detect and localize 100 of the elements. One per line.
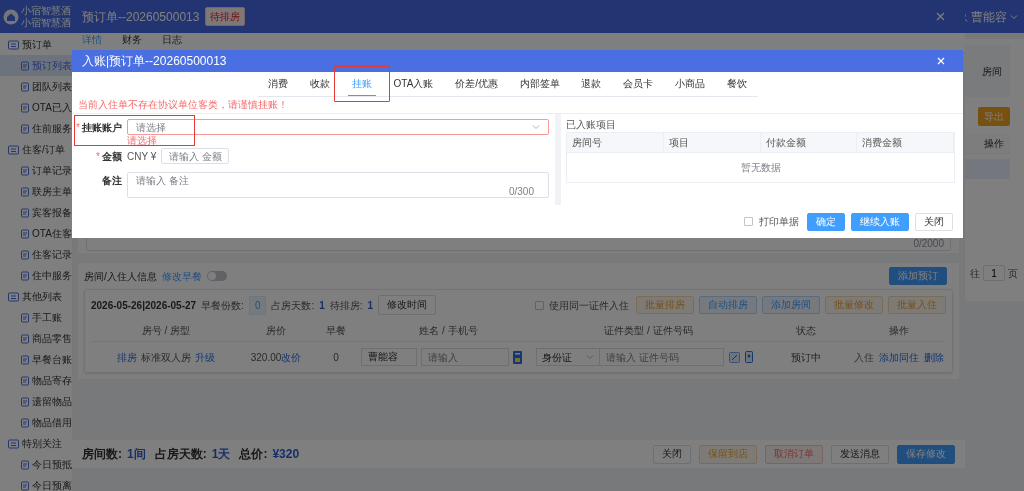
- document-icon: [20, 333, 30, 344]
- sidebar-item[interactable]: 手工账: [0, 307, 72, 328]
- device-icon[interactable]: [745, 351, 753, 363]
- button[interactable]: 发送消息: [831, 444, 889, 464]
- button[interactable]: 确定: [807, 212, 845, 231]
- count-value: 1: [319, 298, 325, 313]
- upgrade-link[interactable]: 升级: [195, 349, 215, 365]
- sidebar-item[interactable]: OTA已入: [0, 97, 72, 118]
- document-icon: [20, 354, 30, 365]
- warning-text: 当前入住单不存在协议单位客类，请谨慎挂账！: [77, 98, 289, 112]
- sidebar-item[interactable]: 今日预离: [0, 475, 72, 491]
- sidebar-item[interactable]: 物品寄存: [0, 370, 72, 391]
- logo-icon: [3, 8, 19, 25]
- list-icon: [8, 39, 19, 50]
- sidebar-item[interactable]: 住中服务: [0, 265, 72, 286]
- document-icon: [20, 186, 30, 197]
- column-header: 早餐: [325, 324, 347, 338]
- document-icon: [20, 207, 30, 218]
- sidebar-item[interactable]: 商品零售: [0, 328, 72, 349]
- toggle-switch[interactable]: [206, 271, 227, 281]
- summary-value: 1间: [127, 446, 146, 463]
- action-link[interactable]: 删除: [923, 349, 944, 365]
- change-price-link[interactable]: 改价: [281, 349, 302, 365]
- tab[interactable]: 价差/优惠: [451, 72, 502, 96]
- tab[interactable]: OTA入账: [389, 72, 438, 96]
- button[interactable]: 继续入账: [851, 212, 909, 231]
- sidebar-item[interactable]: 预订列表: [0, 55, 72, 76]
- id-card-icon[interactable]: [513, 350, 522, 364]
- note-field[interactable]: 请输入 备注 0/300: [127, 172, 549, 198]
- column-header: 操作: [984, 137, 1004, 151]
- breakfast-count: 0: [332, 350, 340, 365]
- checkbox-label: 打印单据: [759, 215, 799, 229]
- tab[interactable]: 退款: [577, 72, 606, 96]
- sidebar-item[interactable]: 今日预抵: [0, 454, 72, 475]
- sidebar-group[interactable]: 其他列表: [22, 289, 62, 304]
- tab[interactable]: 餐饮: [722, 72, 751, 96]
- error-text: 请选择: [127, 135, 158, 146]
- column-header: 状态: [795, 324, 817, 338]
- list-icon: [8, 144, 19, 155]
- id-type-select[interactable]: 身份证: [536, 348, 600, 366]
- assign-room-link[interactable]: 排房: [117, 349, 137, 365]
- count-value: 1: [367, 298, 374, 313]
- sidebar-group[interactable]: 住客/订单: [22, 142, 65, 157]
- action-link[interactable]: 入住: [853, 349, 874, 365]
- edit-icon[interactable]: [729, 351, 740, 363]
- room-type: 标准双人房: [141, 350, 191, 365]
- document-icon: [20, 102, 30, 113]
- close-icon[interactable]: [936, 12, 945, 21]
- tab[interactable]: 消费: [264, 72, 293, 96]
- chevron-down-icon[interactable]: [1010, 12, 1018, 21]
- room-price: 320.00: [250, 350, 282, 365]
- document-icon: [20, 249, 30, 260]
- tab[interactable]: 日志: [162, 32, 182, 52]
- action-link[interactable]: 添加同住: [878, 349, 919, 365]
- sidebar-item[interactable]: 宾客报备: [0, 202, 72, 223]
- document-icon: [20, 270, 30, 281]
- checkbox[interactable]: [744, 217, 753, 226]
- document-icon: [20, 81, 30, 92]
- sidebar-item[interactable]: OTA住客: [0, 223, 72, 244]
- field-label: 挂账账户: [82, 120, 122, 135]
- sidebar-group[interactable]: 特别关注: [22, 436, 62, 451]
- tab[interactable]: 会员卡: [619, 72, 658, 96]
- section-title: 房间/入住人信息: [84, 269, 157, 284]
- button[interactable]: 修改时间: [378, 295, 437, 315]
- page-input[interactable]: 1: [983, 265, 1005, 281]
- column-header: 项目: [663, 133, 761, 152]
- tab[interactable]: 挂账: [347, 72, 376, 96]
- sidebar-item[interactable]: 遗留物品: [0, 391, 72, 412]
- document-icon: [20, 480, 30, 491]
- sidebar-item[interactable]: 订单记录: [0, 160, 72, 181]
- modal-title: 入账|预订单--20260500013: [82, 53, 227, 70]
- tab[interactable]: 收款: [306, 72, 335, 96]
- sidebar-item[interactable]: 住客记录: [0, 244, 72, 265]
- amount-field[interactable]: 请输入 金额: [161, 148, 230, 164]
- document-icon: [20, 375, 30, 386]
- checkbox[interactable]: [535, 300, 544, 310]
- sidebar-item[interactable]: 团队列表: [0, 76, 72, 97]
- character-counter: 0/300: [508, 187, 534, 197]
- status-badge: 待排房: [205, 7, 246, 26]
- tab[interactable]: 内部签单: [515, 72, 564, 96]
- column-header: 消费金额: [857, 133, 954, 152]
- document-icon: [20, 396, 30, 407]
- tab[interactable]: 财务: [122, 32, 142, 52]
- button[interactable]: 关闭: [653, 444, 691, 464]
- sidebar-group[interactable]: 预订单: [22, 37, 52, 52]
- pager-label: 往: [970, 266, 980, 281]
- button[interactable]: 关闭: [915, 212, 953, 231]
- date-range: 2026-05-26|2026-05-27: [91, 298, 197, 313]
- user-name[interactable]: 曹能容: [971, 7, 1007, 26]
- sidebar-item[interactable]: 联房主单: [0, 181, 72, 202]
- sidebar-item[interactable]: 住前服务: [0, 118, 72, 139]
- close-icon[interactable]: [937, 57, 945, 65]
- field-label: 占房天数:: [271, 298, 315, 313]
- sidebar-item[interactable]: 物品借用: [0, 412, 72, 433]
- account-select[interactable]: 请选择: [127, 119, 549, 135]
- tab[interactable]: 小商品: [670, 72, 709, 96]
- sidebar-item[interactable]: 早餐台账: [0, 349, 72, 370]
- column-header: 房间号: [567, 133, 664, 152]
- name-field[interactable]: 曹能容: [361, 348, 417, 366]
- chevron-down-icon: [532, 123, 540, 131]
